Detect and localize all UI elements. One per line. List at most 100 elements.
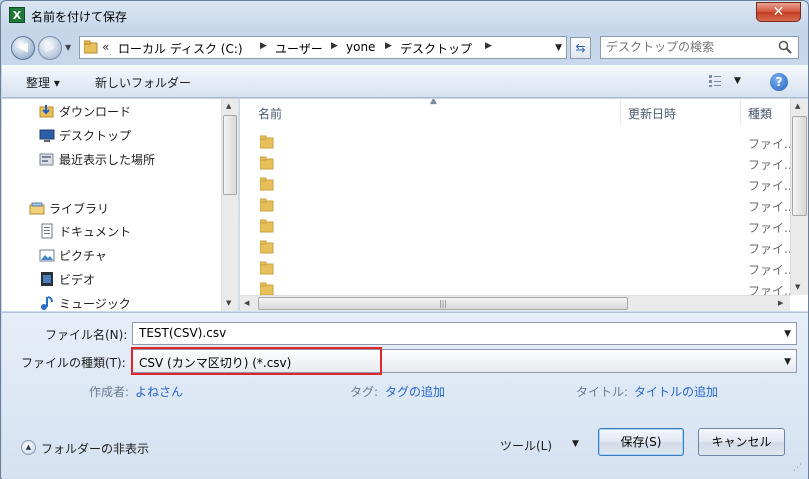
column-header-date-modified[interactable]: 更新日時 [628,105,676,122]
breadcrumb-overflow[interactable]: « [102,40,109,54]
scroll-right-arrow-icon[interactable]: ▶ [778,299,783,307]
file-type: ファイ... [748,221,796,235]
scroll-down-arrow-icon[interactable]: ▼ [226,299,231,307]
back-arrow-icon: ◀ [18,40,28,55]
music-icon [41,296,53,310]
breadcrumb-separator-icon[interactable]: ▶ [260,41,267,51]
list-item[interactable]: ファイ... [240,258,795,279]
file-type: ファイ... [748,263,796,277]
view-options-icon[interactable] [708,74,722,88]
list-item[interactable]: ファイ... [240,195,795,216]
breadcrumb-desktop[interactable]: デスクトップ [400,40,472,57]
nav-item-label: 最近表示した場所 [59,153,156,167]
list-item[interactable]: ファイ... [240,216,795,237]
excel-app-icon: X [9,7,25,23]
back-button[interactable]: ◀ [11,36,35,60]
libraries-icon [29,202,45,215]
filename-label: ファイル名(N): [45,328,128,342]
scroll-up-arrow-icon[interactable]: ▲ [226,102,231,110]
list-item[interactable]: ファイ... [240,237,795,258]
refresh-icon: ⇆ [575,41,586,55]
address-dropdown-icon[interactable]: ▼ [555,43,562,53]
list-item[interactable]: ファイ... [240,174,795,195]
breadcrumb-separator-icon[interactable]: ▶ [485,41,492,51]
organize-button[interactable]: 整理 ▾ [26,74,60,91]
view-dropdown-icon[interactable]: ▼ [734,76,741,86]
recent-places-icon [39,153,54,166]
title-bar: X 名前を付けて保存 ✕ [1,1,808,31]
breadcrumb-users[interactable]: ユーザー [275,40,323,57]
column-divider[interactable] [620,99,621,125]
cancel-button[interactable]: キャンセル [698,428,785,456]
filetype-label: ファイルの種類(T): [21,356,126,370]
close-button[interactable]: ✕ [756,2,801,22]
highlight-outline [131,347,382,375]
nav-item-label: ライブラリ [49,202,110,216]
folder-icon [84,40,98,54]
search-input[interactable] [606,40,774,54]
nav-item-label: デスクトップ [59,129,132,143]
file-type: ファイ... [748,158,796,172]
tools-button[interactable]: ツール(L) ▼ [500,434,586,456]
column-header-type[interactable]: 種類 [748,105,772,122]
folder-icon [260,177,274,191]
author-value[interactable]: よねさん [135,383,183,400]
search-icon [778,40,792,54]
title-add-link[interactable]: タイトルの追加 [634,383,718,400]
sort-ascending-icon: ▲ [430,99,437,106]
file-type: ファイ... [748,179,796,193]
tools-dropdown-icon: ▼ [572,439,579,449]
navigation-pane: ダウンロード デスクトップ 最近表示した場所 ライブラリ ドキュメント ピクチャ… [2,99,239,311]
filetype-dropdown-icon[interactable]: ▼ [784,357,791,367]
filename-input[interactable] [139,326,759,340]
resize-grip-icon[interactable]: ⋰ [793,463,802,473]
folder-icon [260,198,274,212]
file-list-vertical-scrollbar[interactable]: ▲ ▼ [790,99,808,295]
videos-icon [41,272,53,286]
address-bar[interactable]: « ローカル ディスク (C:) ▶ ユーザー ▶ yone ▶ デスクトップ … [79,36,567,59]
new-folder-button[interactable]: 新しいフォルダー [95,74,191,91]
forward-arrow-icon: ▶ [45,40,55,55]
save-button[interactable]: 保存(S) [598,428,684,456]
nav-item-label: ビデオ [59,273,96,287]
desktop-icon [39,129,55,142]
scrollbar-thumb[interactable] [792,116,807,216]
filename-dropdown-icon[interactable]: ▼ [784,329,791,339]
save-as-dialog: X 名前を付けて保存 ✕ ◀ ▶ ▼ « ローカル ディスク (C:) ▶ ユー… [0,0,809,479]
breadcrumb-local-disk[interactable]: ローカル ディスク (C:) [118,40,243,57]
tags-add-link[interactable]: タグの追加 [385,383,445,400]
search-box[interactable] [600,36,799,59]
list-item[interactable]: ファイ... [240,153,795,174]
scroll-left-arrow-icon[interactable]: ◀ [244,299,249,307]
nav-item-label: ドキュメント [59,225,132,239]
help-icon[interactable]: ? [770,73,788,91]
scroll-up-arrow-icon[interactable]: ▲ [795,102,800,110]
scrollbar-thumb[interactable] [223,115,237,195]
window-title: 名前を付けて保存 [31,10,128,24]
column-divider[interactable] [740,99,741,125]
file-list-horizontal-scrollbar[interactable]: ◀ ||| ▶ [240,295,790,311]
folder-icon [260,135,274,149]
folder-icon [260,219,274,233]
filename-field[interactable]: ▼ [132,322,797,345]
breadcrumb-separator-icon[interactable]: ▶ [385,41,392,51]
file-type: ファイ... [748,242,796,256]
folder-icon [260,240,274,254]
list-item[interactable]: ファイ... [240,132,795,153]
nav-item-label: ピクチャ [59,249,107,263]
recent-pages-dropdown-icon[interactable]: ▼ [65,43,71,52]
download-folder-icon [39,105,54,118]
folder-icon [260,156,274,170]
refresh-button[interactable]: ⇆ [570,37,591,59]
documents-icon [41,223,53,239]
nav-item-label: ダウンロード [59,105,132,119]
file-type: ファイ... [748,200,796,214]
breadcrumb-yone[interactable]: yone [346,40,375,54]
navigation-pane-scrollbar[interactable]: ▲ ▼ [221,99,238,311]
scrollbar-thumb[interactable]: ||| [258,297,628,310]
column-header-name[interactable]: 名前 [258,105,282,122]
scroll-down-arrow-icon[interactable]: ▼ [795,283,800,291]
folder-icon [260,282,274,296]
forward-button[interactable]: ▶ [38,36,62,60]
breadcrumb-separator-icon[interactable]: ▶ [331,41,338,51]
